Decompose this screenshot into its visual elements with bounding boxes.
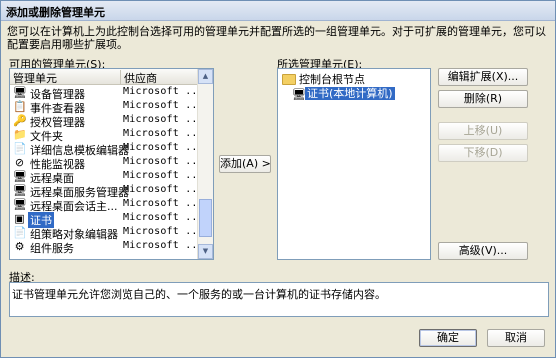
- authorization-manager-icon: 🔑: [13, 114, 27, 127]
- snapin-name: 组件服务: [30, 242, 74, 255]
- list-item[interactable]: 🖥 远程桌面服务管理器 Microsoft ...: [10, 184, 204, 199]
- snapin-vendor: Microsoft ...: [123, 156, 204, 167]
- session-host-icon: 🖥: [13, 198, 27, 211]
- add-remove-snapins-dialog: 添加或删除管理单元 您可以在计算机上为此控制台选择可用的管理单元并配置所选的一组…: [0, 0, 556, 358]
- snapin-vendor: Microsoft ...: [123, 198, 204, 209]
- snapin-vendor: Microsoft ...: [123, 184, 204, 195]
- scroll-up-icon[interactable]: ▲: [198, 69, 213, 84]
- snapin-vendor: Microsoft ...: [123, 240, 204, 251]
- list-item[interactable]: 🖥 远程桌面会话主... Microsoft ...: [10, 198, 204, 213]
- column-header-snapin[interactable]: 管理单元: [10, 70, 121, 85]
- list-item[interactable]: 📋 事件查看器 Microsoft ...: [10, 100, 204, 115]
- available-snapins-list[interactable]: 管理单元 供应商 🖥 设备管理器 Microsoft ... 📋 事件查看器 Micros…: [9, 68, 214, 260]
- list-item[interactable]: ⊘ 性能监视器 Microsoft ...: [10, 156, 204, 171]
- tree-item-certificates[interactable]: 🖥证书(本地计算机): [292, 85, 395, 101]
- ok-button[interactable]: 确定: [419, 329, 477, 347]
- scroll-thumb[interactable]: [199, 199, 212, 237]
- description-box: 证书管理单元允许您浏览自己的、一个服务的或一台计算机的证书存储内容。: [9, 282, 549, 317]
- description-text: 证书管理单元允许您浏览自己的、一个服务的或一台计算机的证书存储内容。: [12, 288, 386, 301]
- list-item[interactable]: ⚙ 组件服务 Microsoft ...: [10, 240, 204, 255]
- snapin-vendor: Microsoft ...: [123, 100, 204, 111]
- snapin-vendor: Microsoft ...: [123, 142, 204, 153]
- list-header: 管理单元 供应商: [10, 69, 199, 85]
- list-item[interactable]: 🖥 设备管理器 Microsoft ...: [10, 86, 204, 101]
- component-services-icon: ⚙: [14, 240, 25, 253]
- vertical-scrollbar[interactable]: ▲ ▼: [197, 69, 213, 259]
- scroll-down-icon[interactable]: ▼: [198, 244, 213, 259]
- snapin-vendor: Microsoft ...: [123, 86, 204, 97]
- window-title: 添加或删除管理单元: [6, 6, 105, 19]
- template-editor-icon: 📄: [13, 142, 27, 155]
- list-item[interactable]: 🖥 远程桌面 Microsoft ...: [10, 170, 204, 185]
- intro-text: 您可以在计算机上为此控制台选择可用的管理单元并配置所选的一组管理单元。对于可扩展…: [7, 25, 546, 51]
- snapin-vendor: Microsoft ...: [123, 212, 204, 223]
- folder-icon: 📁: [13, 128, 27, 141]
- group-policy-icon: 📄: [13, 226, 27, 239]
- certificate-icon: ▣: [14, 212, 25, 225]
- move-up-button[interactable]: 上移(U): [438, 122, 528, 140]
- list-item[interactable]: ▣ 证书 Microsoft ...: [10, 212, 204, 228]
- column-header-vendor[interactable]: 供应商: [121, 70, 199, 85]
- device-manager-icon: 🖥: [13, 86, 27, 99]
- remote-desktop-services-icon: 🖥: [13, 184, 27, 197]
- list-item[interactable]: 🔑 授权管理器 Microsoft ...: [10, 114, 204, 129]
- event-viewer-icon: 📋: [13, 100, 27, 113]
- add-button[interactable]: 添加(A) >: [219, 155, 271, 173]
- move-down-button[interactable]: 下移(D): [438, 144, 528, 162]
- list-item[interactable]: 📄 详细信息模板编辑器 Microsoft ...: [10, 142, 204, 157]
- cancel-button[interactable]: 取消: [487, 329, 545, 347]
- list-item[interactable]: 📁 文件夹 Microsoft ...: [10, 128, 204, 143]
- selected-snapins-tree[interactable]: 控制台根节点 🖥证书(本地计算机): [277, 68, 431, 260]
- title-bar[interactable]: 添加或删除管理单元: [1, 1, 555, 21]
- snapin-vendor: Microsoft ...: [123, 226, 204, 237]
- tree-item-label: 证书(本地计算机): [305, 87, 395, 100]
- snapin-vendor: Microsoft ...: [123, 170, 204, 181]
- edit-extensions-button[interactable]: 编辑扩展(X)...: [438, 68, 528, 86]
- remote-desktop-icon: 🖥: [13, 170, 27, 183]
- performance-monitor-icon: ⊘: [14, 156, 25, 169]
- advanced-button[interactable]: 高级(V)...: [438, 242, 528, 260]
- folder-icon: [282, 73, 296, 85]
- list-item[interactable]: 📄 组策略对象编辑器 Microsoft ...: [10, 226, 204, 241]
- snapin-vendor: Microsoft ...: [123, 128, 204, 139]
- snapin-vendor: Microsoft ...: [123, 114, 204, 125]
- remove-button[interactable]: 删除(R): [438, 90, 528, 108]
- certificate-icon: 🖥: [292, 88, 306, 101]
